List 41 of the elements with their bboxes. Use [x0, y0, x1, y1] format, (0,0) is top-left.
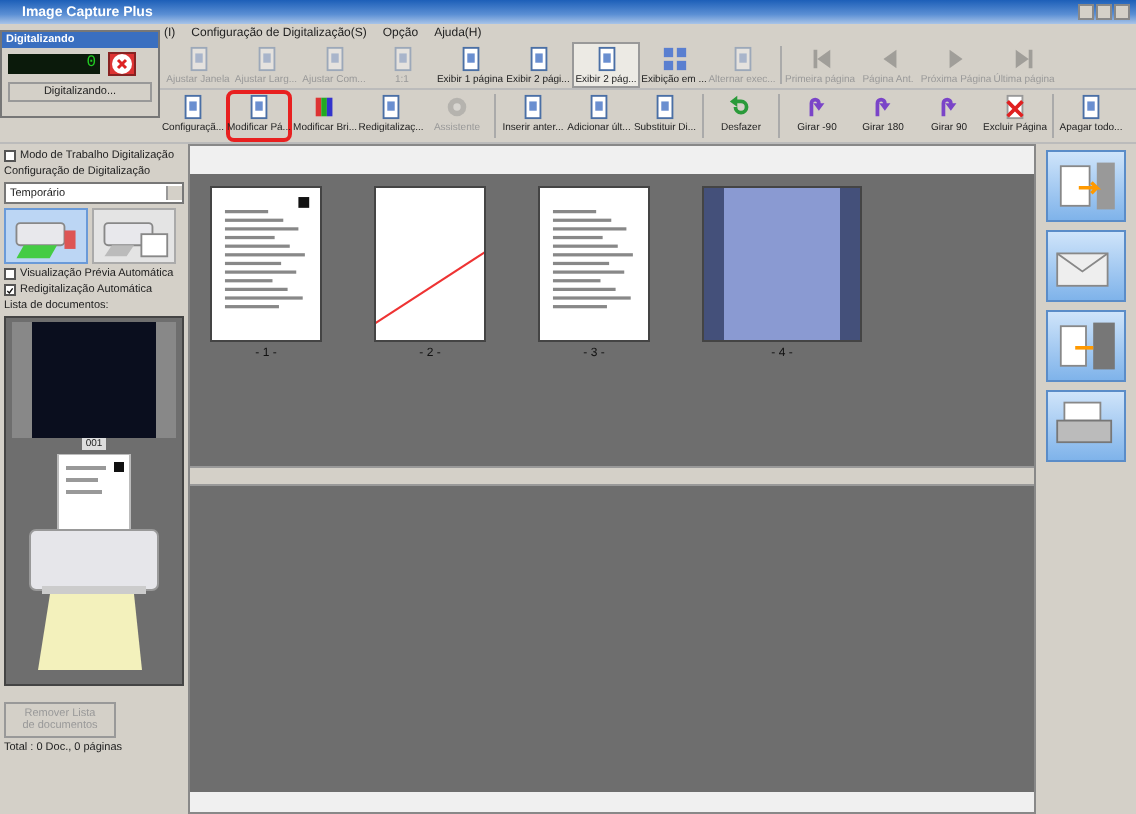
- rotate-icon: [936, 94, 962, 120]
- output-button[interactable]: [1046, 230, 1126, 302]
- insert-page-icon: [520, 94, 546, 120]
- scan-mode-button[interactable]: [4, 208, 88, 264]
- replace-page-icon: [652, 94, 678, 120]
- edit-page-icon: [246, 94, 272, 120]
- document-thumbnail[interactable]: [12, 322, 176, 438]
- output-button[interactable]: [1046, 150, 1126, 222]
- close-button[interactable]: [1114, 4, 1130, 20]
- grid-icon: [661, 46, 687, 72]
- fit-window-icon: [185, 46, 211, 72]
- append-page-icon: [586, 94, 612, 120]
- rotate-icon: [870, 94, 896, 120]
- fit-width-icon: [253, 46, 279, 72]
- page-icon: [729, 46, 755, 72]
- output-button[interactable]: [1046, 390, 1126, 462]
- page-icon: [180, 94, 206, 120]
- checkmark-icon: [6, 285, 14, 295]
- rescan-icon: [378, 94, 404, 120]
- color-bars-icon: [312, 94, 338, 120]
- rotate-icon: [804, 94, 830, 120]
- gear-icon: [444, 94, 470, 120]
- output-button[interactable]: [1046, 310, 1126, 382]
- stop-button[interactable]: [108, 52, 136, 76]
- scan-mode-button[interactable]: [92, 208, 176, 264]
- two-page-icon: [525, 46, 551, 72]
- actual-size-icon: [389, 46, 415, 72]
- page-thumbnail[interactable]: [374, 186, 486, 342]
- minimize-button[interactable]: [1078, 4, 1094, 20]
- delete-page-icon: [1002, 94, 1028, 120]
- close-icon: [112, 54, 132, 74]
- last-page-icon: [1011, 46, 1037, 72]
- page-counter: 0: [8, 54, 100, 74]
- undo-icon: [728, 94, 754, 120]
- single-page-icon: [457, 46, 483, 72]
- maximize-button[interactable]: [1096, 4, 1112, 20]
- page-thumbnail[interactable]: [210, 186, 322, 342]
- page-thumbnail[interactable]: [702, 186, 862, 342]
- page-thumbnail[interactable]: [538, 186, 650, 342]
- fit-page-icon: [321, 46, 347, 72]
- two-page-icon: [593, 46, 619, 72]
